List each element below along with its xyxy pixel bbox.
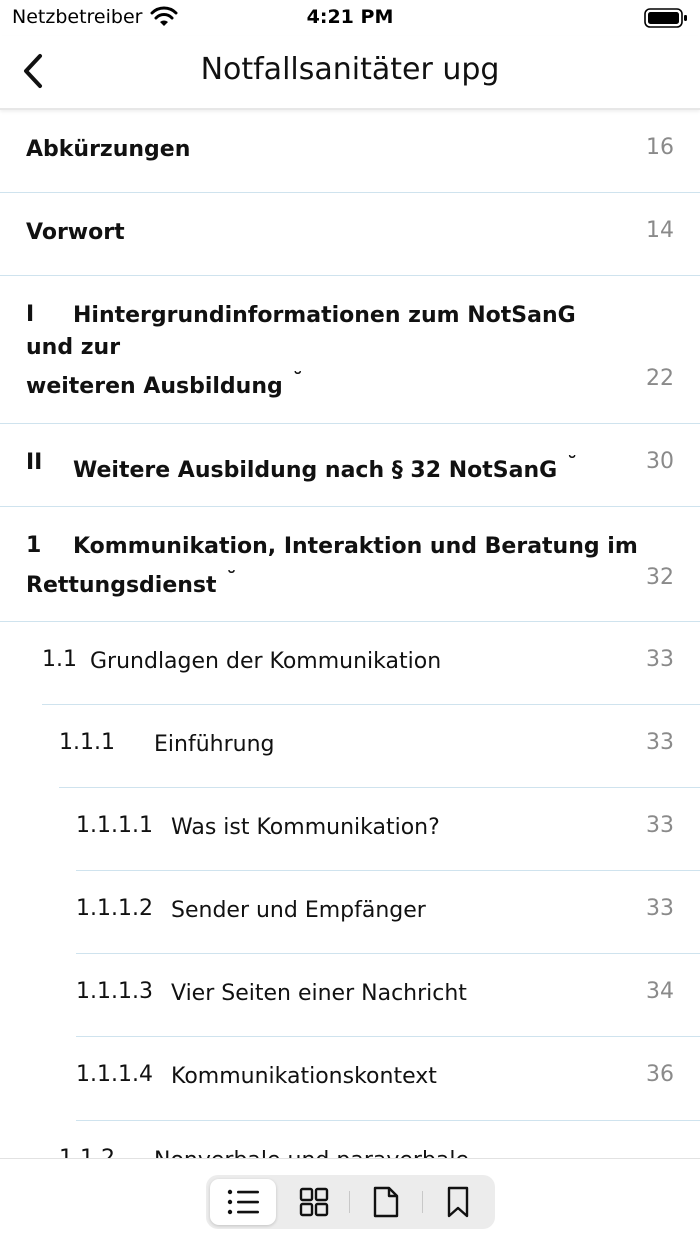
- toc-item-title: Abkürzungen: [26, 137, 191, 162]
- chevron-down-icon[interactable]: ˘: [293, 364, 303, 396]
- toc-item-page: 33: [646, 813, 674, 838]
- bookmark-icon: [447, 1186, 469, 1218]
- toc-item-1-1-1-4[interactable]: 1.1.1.4 Kommunikationskontext 36: [76, 1037, 700, 1121]
- toc-item-title-line3-wrap: weiteren Ausbildung ˘: [26, 364, 303, 403]
- page-icon: [373, 1186, 399, 1218]
- toc-item-number: 1.1.2: [59, 1146, 115, 1158]
- toc-item-title: Kommunikationskontext: [171, 1064, 437, 1089]
- toc-item-number: 1.1.1.1: [76, 813, 153, 838]
- toc-item-title-line1: Kommunikation, Interaktion und Beratung …: [73, 534, 638, 559]
- toc-item-title: Einführung: [154, 732, 275, 757]
- view-mode-segmented-control: [206, 1175, 495, 1229]
- toc-item-1-1-1[interactable]: 1.1.1 Einführung 33: [59, 705, 700, 788]
- toc-item-title: Weitere Ausbildung nach § 32 NotSanG: [73, 458, 558, 483]
- toc-item-title-line2: und zur: [26, 335, 121, 360]
- toc-item-chapter-i[interactable]: I Hintergrundinformationen zum NotSanG u…: [0, 276, 700, 424]
- toc-item-page: 32: [646, 565, 674, 590]
- toc-item-title: Was ist Kommunikation?: [171, 815, 440, 840]
- toc-item-1-1-1-1[interactable]: 1.1.1.1 Was ist Kommunikation? 33: [76, 788, 700, 871]
- toc-item-title-line2-wrap: Rettungsdienst ˘: [26, 563, 237, 602]
- tab-grid-view[interactable]: [281, 1179, 347, 1225]
- toc-item-title: Vorwort: [26, 220, 125, 245]
- toc-item-page: 30: [646, 449, 674, 474]
- toc-item-title: Grundlagen der Kommunikation: [90, 649, 442, 674]
- toc-item-title-wrap: Weitere Ausbildung nach § 32 NotSanG ˘: [73, 448, 577, 487]
- toc-item-title-line2: Rettungsdienst: [26, 573, 217, 598]
- tab-bookmarks[interactable]: [425, 1179, 491, 1225]
- chevron-down-icon[interactable]: ˘: [227, 563, 237, 595]
- chevron-down-icon[interactable]: ˘: [567, 448, 577, 480]
- toc-item-abkuerzungen[interactable]: Abkürzungen 16: [0, 110, 700, 193]
- list-icon: [227, 1189, 259, 1215]
- toc-item-title-line3: weiteren Ausbildung: [26, 374, 283, 399]
- toc-item-1-1[interactable]: 1.1 Grundlagen der Kommunikation 33: [42, 622, 700, 705]
- toc-item-page: 33: [646, 896, 674, 921]
- toc-item-1-1-1-3[interactable]: 1.1.1.3 Vier Seiten einer Nachricht 34: [76, 954, 700, 1037]
- grid-icon: [299, 1187, 329, 1217]
- toc-item-1-1-1-2[interactable]: 1.1.1.2 Sender und Empfänger 33: [76, 871, 700, 954]
- toc-item-page: 33: [646, 647, 674, 672]
- toc-item-title: Sender und Empfänger: [171, 898, 426, 923]
- toc-item-number: 1.1.1: [59, 730, 115, 755]
- toc-item-number: 1: [26, 533, 42, 558]
- toc-item-page: 16: [646, 135, 674, 160]
- toc-item-page: 14: [646, 218, 674, 243]
- toc-item-number: II: [26, 450, 43, 475]
- toc-item-title: Nonverbale und paraverbale: [154, 1145, 469, 1158]
- toc-item-number: I: [26, 302, 35, 327]
- toc-item-page: 34: [646, 979, 674, 1004]
- status-bar: Netzbetreiber 4:21 PM: [0, 0, 700, 36]
- segment-divider: [349, 1191, 350, 1213]
- toc-item-vorwort[interactable]: Vorwort 14: [0, 193, 700, 276]
- toc-item-page: 33: [646, 730, 674, 755]
- toc-item-page: 22: [646, 366, 674, 391]
- toc-item-title: Vier Seiten einer Nachricht: [171, 981, 467, 1006]
- toc-item-number: 1.1.1.3: [76, 979, 153, 1004]
- segment-divider: [422, 1191, 423, 1213]
- battery-icon: [644, 8, 687, 28]
- page-title: Notfallsanitäter upg: [200, 52, 500, 87]
- toc-item-number: 1.1.1.2: [76, 896, 153, 921]
- bottom-tab-bar: [0, 1158, 700, 1245]
- toc-item-number: 1.1: [42, 647, 77, 672]
- table-of-contents: Abkürzungen 16 Vorwort 14 I Hintergrundi…: [0, 110, 700, 1158]
- toc-item-chapter-1[interactable]: 1 Kommunikation, Interaktion und Beratun…: [0, 507, 700, 622]
- tab-page-view[interactable]: [353, 1179, 419, 1225]
- status-time: 4:21 PM: [306, 6, 394, 28]
- toc-item-title-line1: Hintergrundinformationen zum NotSanG: [73, 303, 576, 328]
- navigation-bar: Notfallsanitäter upg: [0, 36, 700, 110]
- tab-table-of-contents[interactable]: [210, 1179, 276, 1225]
- toc-item-1-1-2[interactable]: 1.1.2 Nonverbale und paraverbale: [59, 1121, 700, 1158]
- toc-item-number: 1.1.1.4: [76, 1062, 153, 1087]
- toc-item-page: 36: [646, 1062, 674, 1087]
- toc-item-chapter-ii[interactable]: II Weitere Ausbildung nach § 32 NotSanG ˘…: [0, 424, 700, 507]
